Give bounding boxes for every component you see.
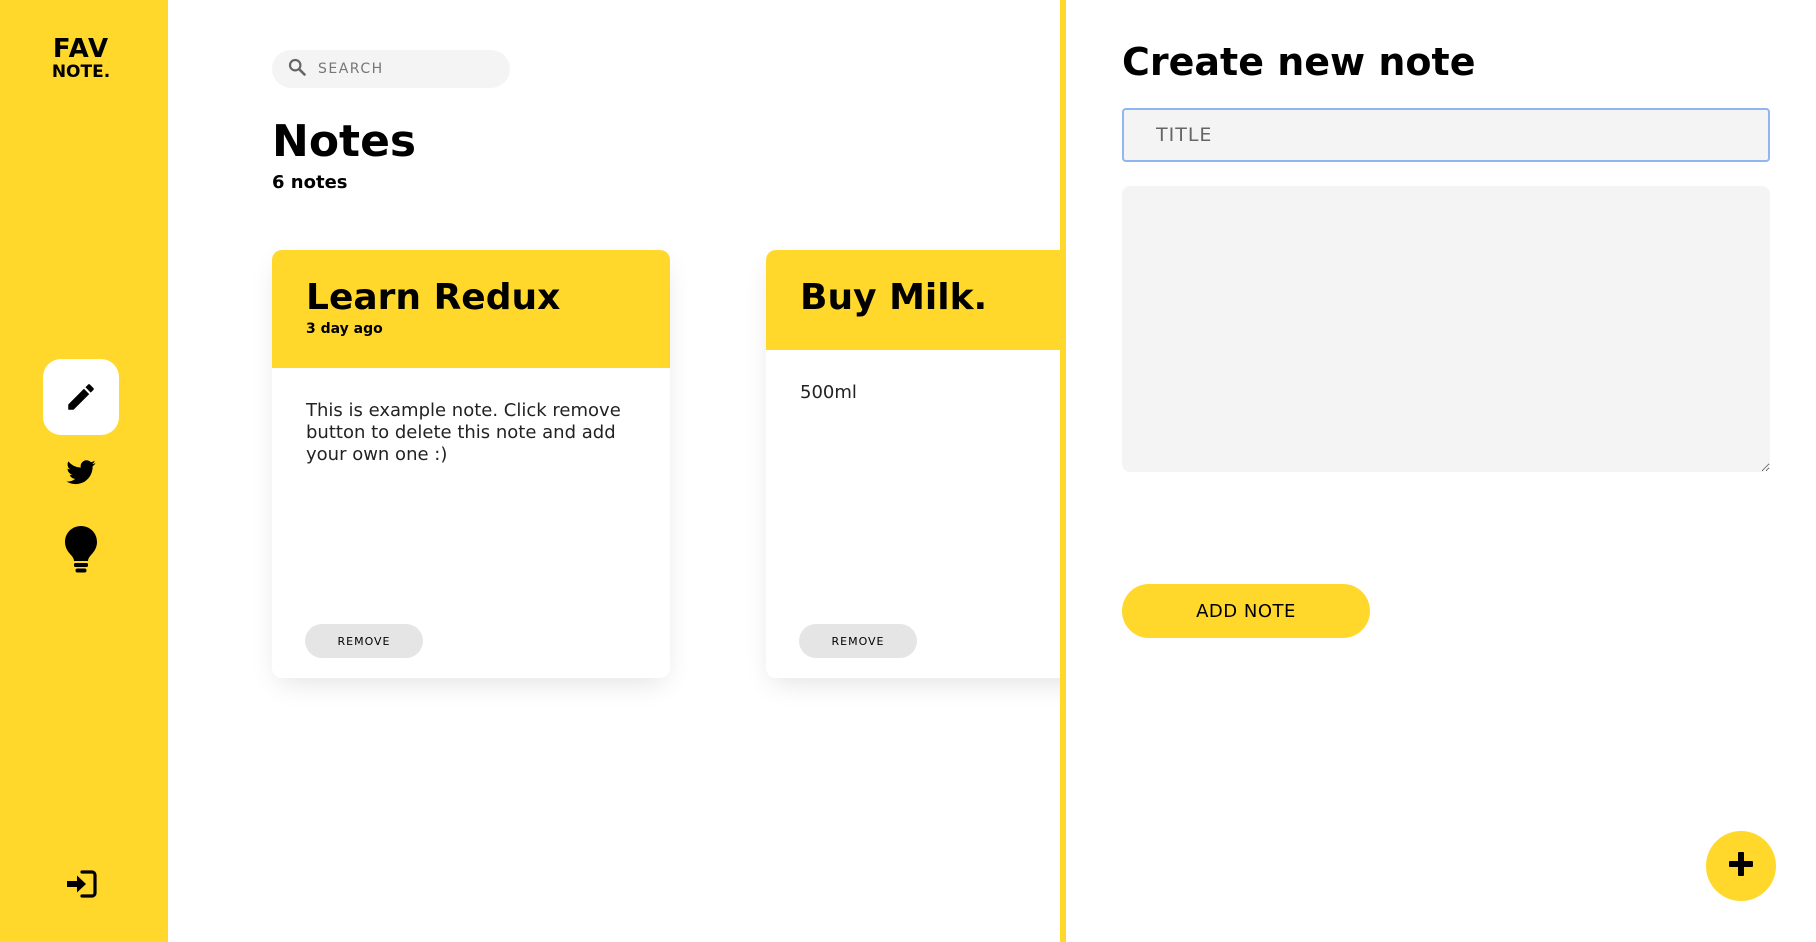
sidebar-item-articles[interactable] — [43, 511, 119, 587]
sidebar-item-twitters[interactable] — [43, 435, 119, 511]
note-title: Learn Redux — [306, 277, 561, 318]
remove-button[interactable]: REMOVE — [799, 624, 917, 658]
add-note-button[interactable]: ADD NOTE — [1122, 584, 1370, 638]
logout-icon — [65, 870, 97, 898]
new-note-panel: Create new note ADD NOTE — [1066, 0, 1816, 942]
note-content: This is example note. Click remove butto… — [306, 400, 621, 465]
search-icon — [272, 58, 306, 80]
page-title: Notes — [272, 116, 417, 167]
logo-line-2: NOTE. — [51, 62, 111, 82]
content-textarea[interactable] — [1122, 186, 1770, 472]
search-bar[interactable] — [272, 50, 510, 88]
pencil-icon — [64, 380, 98, 414]
toggle-new-note-button[interactable] — [1706, 831, 1776, 901]
lightbulb-icon — [63, 524, 99, 574]
sidebar-item-notes[interactable] — [43, 359, 119, 435]
title-input[interactable] — [1122, 108, 1770, 162]
logout-button[interactable] — [43, 846, 119, 922]
note-card: Learn Redux 3 day ago This is example no… — [272, 250, 670, 678]
logo-line-1: FAV — [52, 34, 110, 64]
notes-count: 6 notes — [272, 172, 348, 193]
app-logo[interactable]: FAV NOTE. — [0, 36, 162, 81]
sidebar: FAV NOTE. — [0, 0, 168, 942]
twitter-icon — [65, 457, 97, 489]
search-input[interactable] — [316, 60, 490, 78]
remove-button[interactable]: REMOVE — [305, 624, 423, 658]
plus-icon — [1728, 851, 1754, 881]
note-card-header[interactable]: Learn Redux 3 day ago — [272, 250, 670, 368]
note-date: 3 day ago — [306, 321, 383, 338]
new-note-heading: Create new note — [1122, 40, 1476, 84]
